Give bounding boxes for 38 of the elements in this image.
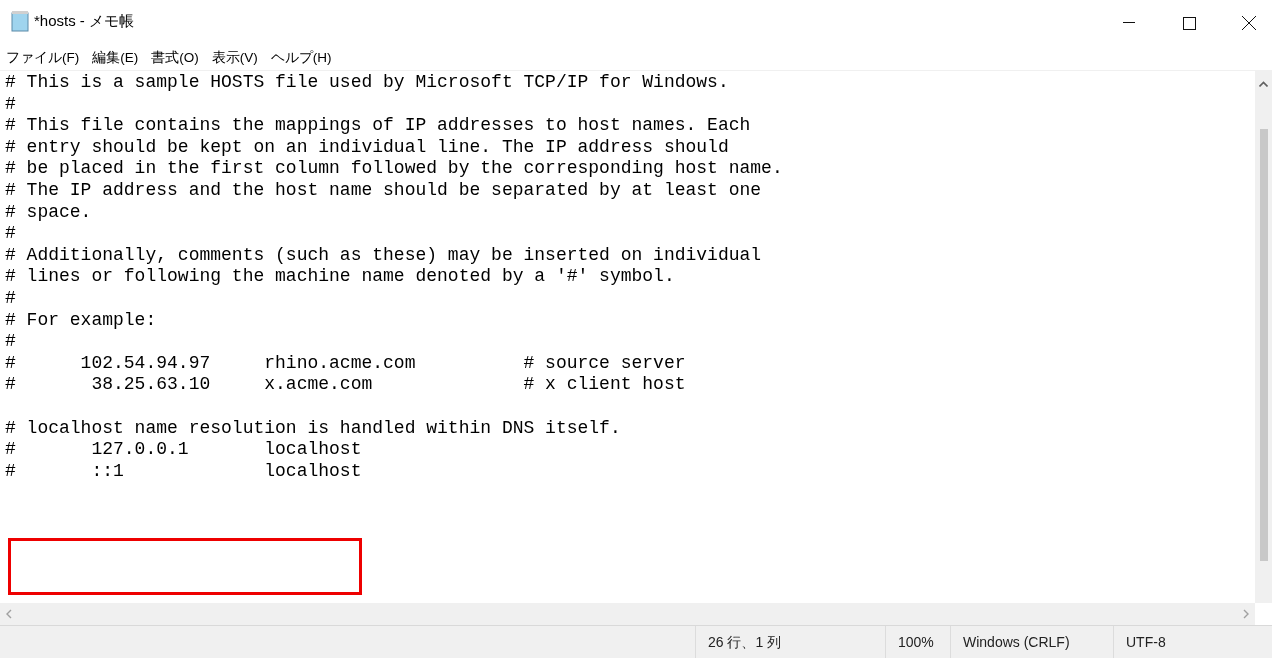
status-text: 100% xyxy=(898,632,934,652)
window-title: *hosts - メモ帳 xyxy=(34,10,135,31)
text-line: # ::1 localhost xyxy=(5,460,362,481)
notepad-icon xyxy=(10,10,30,32)
status-text: Windows (CRLF) xyxy=(963,632,1070,652)
text-line: # entry should be kept on an individual line. The IP address should xyxy=(5,136,729,157)
menu-item[interactable]: ファイル(F) xyxy=(6,47,80,69)
menu-item[interactable]: 表示(V) xyxy=(211,47,258,69)
text-line: # xyxy=(5,223,16,244)
text-line: # xyxy=(5,287,16,308)
text-line: # This is a sample HOSTS file used by Microsoft TCP/IP for Windows. xyxy=(5,72,729,92)
text-line: # 102.54.94.97 rhino.acme.com # source server xyxy=(5,352,686,373)
text-line: # Additionally, comments (such as these) may be inserted on individual xyxy=(5,244,762,265)
text-line: # xyxy=(5,93,16,114)
minimize-icon xyxy=(1123,22,1135,24)
menu-item[interactable]: ヘルプ(H) xyxy=(270,47,332,69)
text-line: # For example: xyxy=(5,309,157,330)
vertical-scrollbar[interactable] xyxy=(1255,71,1272,603)
menu-item[interactable]: 編集(E) xyxy=(92,47,139,69)
text-line: # be placed in the first column followed by the corresponding host name. xyxy=(5,158,783,179)
scroll-up-icon[interactable] xyxy=(1259,81,1268,87)
scrollbar-thumb[interactable] xyxy=(1259,129,1268,561)
scroll-left-icon[interactable] xyxy=(6,609,12,619)
close-icon xyxy=(1242,16,1256,30)
status-text: UTF-8 xyxy=(1126,632,1166,652)
text-line: # space. xyxy=(5,201,92,222)
text-line: # xyxy=(5,331,16,352)
text-line: # localhost name resolution is handled within DNS itself. xyxy=(5,417,621,438)
text-line: # This file contains the mappings of IP addresses to host names. Each xyxy=(5,115,751,136)
text-line: # The IP address and the host name should be separated by at least one xyxy=(5,179,762,200)
scroll-right-icon[interactable] xyxy=(1243,609,1249,619)
status-text: 26 行、1 列 xyxy=(708,632,782,652)
menu-item[interactable]: 書式(O) xyxy=(151,47,199,69)
text-line: # 38.25.63.10 x.acme.com # x client host xyxy=(5,374,686,395)
text-line: # lines or following the machine name denoted by a '#' symbol. xyxy=(5,266,675,287)
maximize-icon xyxy=(1182,16,1196,30)
text-line: # 127.0.0.1 localhost xyxy=(5,439,362,460)
horizontal-scrollbar[interactable] xyxy=(0,603,1255,625)
